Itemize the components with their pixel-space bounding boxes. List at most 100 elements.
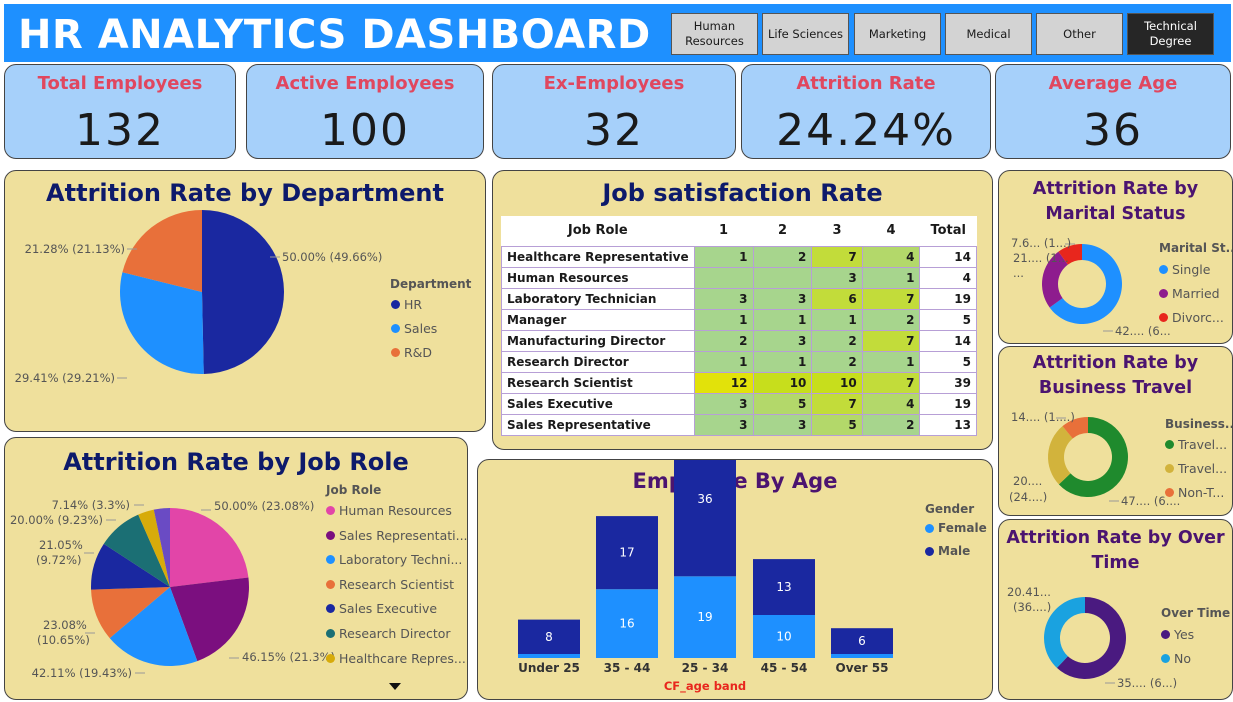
- legend-item-research-scientist[interactable]: Research Scientist: [326, 577, 454, 592]
- table-row[interactable]: Sales Representative 3 3 5 2 13: [501, 413, 977, 436]
- satisfaction-cell: 7: [861, 329, 921, 352]
- table-row[interactable]: Sales Executive 3 5 7 4 19: [501, 392, 977, 415]
- table-row[interactable]: Human Resources 3 1 4: [501, 266, 977, 289]
- overtime-chart-panel: Attrition Rate by Over Time 20.41... (36.…: [998, 519, 1233, 700]
- column-header[interactable]: Job Role: [501, 216, 695, 246]
- kpi-card-average-age: Average Age 36: [995, 64, 1231, 159]
- slicer-button-medical[interactable]: Medical: [945, 13, 1032, 55]
- satisfaction-cell: 3: [811, 266, 863, 289]
- table-row[interactable]: Manufacturing Director 2 3 2 7 14: [501, 329, 977, 352]
- satisfaction-cell: 1: [693, 245, 754, 268]
- total-cell: 5: [919, 350, 977, 373]
- data-label: 46.15% (21.3%): [242, 650, 335, 664]
- legend-item-sales-executive[interactable]: Sales Executive: [326, 601, 437, 616]
- column-header[interactable]: 3: [811, 216, 863, 246]
- travel-chart-panel: Attrition Rate by Business Travel 14....…: [998, 346, 1233, 516]
- data-label: 42.... (6...: [1115, 324, 1171, 338]
- data-label: 29.41% (29.21%): [15, 371, 115, 385]
- legend-item-married[interactable]: Married: [1159, 286, 1220, 301]
- legend-item-hr[interactable]: HR: [391, 297, 422, 312]
- legend-item-yes[interactable]: Yes: [1161, 627, 1194, 642]
- data-label: 50.00% (49.66%): [282, 250, 382, 264]
- satisfaction-cell: 1: [861, 266, 921, 289]
- legend-item-r-d[interactable]: R&D: [391, 345, 432, 360]
- table-row[interactable]: Healthcare Representative 1 2 7 4 14: [501, 245, 977, 268]
- bar-value-label: 36: [697, 492, 712, 506]
- slicer-button-technical-degree[interactable]: Technical Degree: [1127, 13, 1214, 55]
- column-header[interactable]: 1: [694, 216, 754, 246]
- legend-item-female[interactable]: Female: [925, 521, 987, 535]
- legend-marker-icon: [391, 300, 400, 309]
- satisfaction-cell: 5: [811, 413, 863, 436]
- bar-value-label: 16: [619, 617, 634, 631]
- table-row[interactable]: Manager 1 1 1 2 5: [501, 308, 977, 331]
- column-header[interactable]: 4: [862, 216, 920, 246]
- legend-marker-icon: [391, 324, 400, 333]
- legend-item-single[interactable]: Single: [1159, 262, 1210, 277]
- slice-human-resources[interactable]: [170, 508, 249, 587]
- legend-marker-icon: [326, 653, 335, 663]
- column-header[interactable]: Total: [919, 216, 977, 246]
- table-row[interactable]: Research Scientist 12 10 10 7 39: [501, 371, 977, 394]
- data-label: 50.00% (23.08%): [214, 499, 314, 513]
- table-header-row: Job Role 1 2 3 4 Total: [501, 216, 977, 246]
- total-cell: 14: [919, 329, 977, 352]
- legend-item-healthcare-repres[interactable]: Healthcare Repres...: [326, 651, 466, 666]
- age-legend-title: Gender: [925, 502, 975, 516]
- legend-item-male[interactable]: Male: [925, 544, 970, 558]
- satisfaction-cell: 6: [811, 287, 863, 310]
- legend-item-research-director[interactable]: Research Director: [326, 626, 451, 641]
- legend-marker-icon: [1165, 464, 1174, 473]
- kpi-card-ex-employees: Ex-Employees 32: [492, 64, 736, 159]
- satisfaction-cell: 3: [752, 413, 813, 436]
- slicer-button-life-sciences[interactable]: Life Sciences: [762, 13, 849, 55]
- table-row[interactable]: Research Director 1 1 2 1 5: [501, 350, 977, 373]
- age-bar-chart: 8 Under 25 16 17 35 - 44 19 36 25 - 34 10 13 45 - …: [518, 460, 893, 694]
- legend-label: Human Resources: [339, 503, 452, 518]
- data-label: ...: [1013, 266, 1024, 280]
- legend-item-human-resources[interactable]: Human Resources: [326, 503, 452, 518]
- table-row[interactable]: Laboratory Technician 3 3 6 7 19: [501, 287, 977, 310]
- legend-item-travel-frequently[interactable]: Travel...: [1165, 461, 1227, 476]
- data-label: (36....): [1013, 600, 1051, 614]
- x-tick-label: Over 55: [836, 661, 889, 675]
- slice-hr[interactable]: [202, 210, 285, 374]
- satisfaction-cell: 7: [811, 392, 863, 415]
- job-role-cell: Healthcare Representative: [501, 245, 695, 268]
- legend-item-non-travel[interactable]: Non-T...: [1165, 485, 1224, 500]
- slicer-button-other[interactable]: Other: [1036, 13, 1123, 55]
- legend-item-no[interactable]: No: [1161, 651, 1191, 666]
- legend-label: Male: [938, 544, 971, 558]
- legend-label: No: [1174, 651, 1191, 666]
- legend-item-divorced[interactable]: Divorc...: [1159, 310, 1224, 325]
- bar-male-25-34[interactable]: [674, 460, 736, 577]
- legend-item-travel-rarely[interactable]: Travel...: [1165, 437, 1227, 452]
- column-header[interactable]: 2: [753, 216, 812, 246]
- slicer-button-marketing[interactable]: Marketing: [854, 13, 941, 55]
- legend-item-sales-representati[interactable]: Sales Representati...: [326, 528, 467, 543]
- legend-marker-icon: [326, 629, 335, 638]
- kpi-value: 132: [75, 105, 165, 156]
- slicer-button-human-resources[interactable]: Human Resources: [671, 13, 758, 55]
- bar-female-over-55[interactable]: [831, 654, 893, 658]
- total-cell: 13: [919, 413, 977, 436]
- legend-label: Divorc...: [1172, 310, 1224, 325]
- legend-marker-icon: [1159, 313, 1168, 322]
- dept-legend-title: Department: [390, 277, 472, 291]
- slicer-button-label: Other: [1063, 26, 1096, 41]
- legend-scroll-down-icon[interactable]: [389, 683, 401, 690]
- kpi-value: 100: [320, 105, 410, 156]
- legend-label: Married: [1172, 286, 1220, 301]
- kpi-card-active-employees: Active Employees 100: [246, 64, 484, 159]
- total-cell: 19: [919, 392, 977, 415]
- satisfaction-cell: 12: [693, 371, 754, 394]
- legend-marker-icon: [1165, 440, 1174, 449]
- data-label: 21.... (1...: [1013, 251, 1069, 265]
- legend-item-sales[interactable]: Sales: [391, 321, 437, 336]
- kpi-label: Attrition Rate: [796, 73, 936, 94]
- legend-label: Yes: [1174, 627, 1195, 642]
- kpi-card-attrition-rate: Attrition Rate 24.24%: [741, 64, 991, 159]
- legend-label: Non-T...: [1178, 485, 1225, 500]
- bar-female-under-25[interactable]: [518, 654, 580, 658]
- legend-item-laboratory-techni[interactable]: Laboratory Techni...: [326, 552, 462, 567]
